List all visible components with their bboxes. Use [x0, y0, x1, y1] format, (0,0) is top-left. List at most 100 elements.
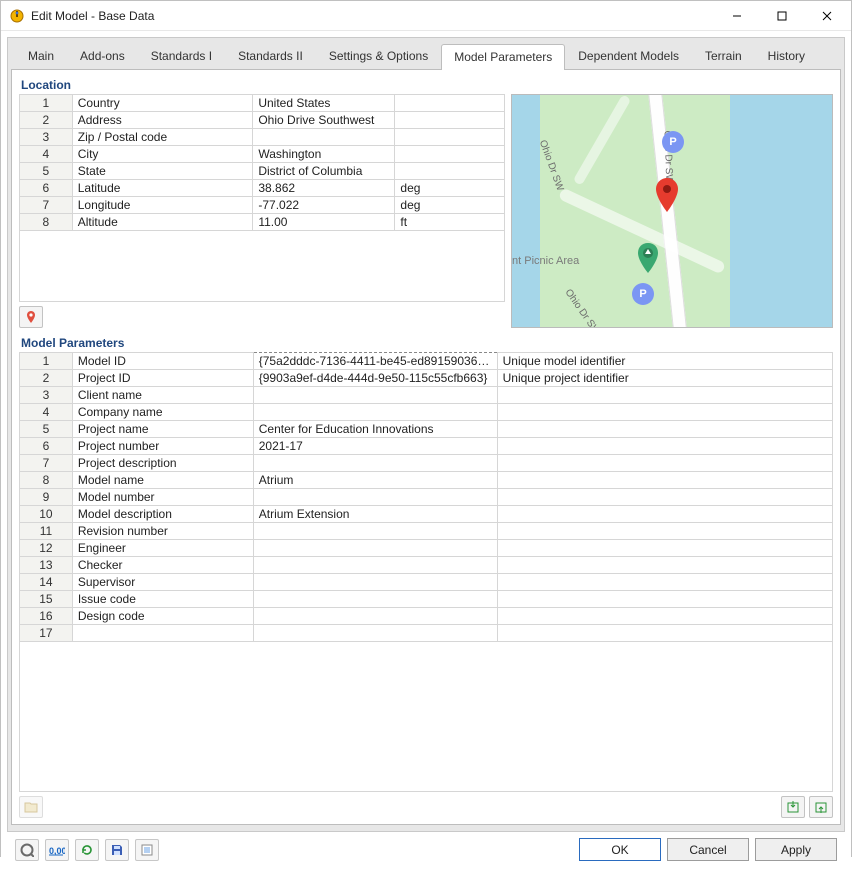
- park-point-icon: [637, 243, 659, 273]
- row-unit: [395, 95, 505, 112]
- map-preview[interactable]: Ohio Dr SW Ohio Dr SW Ohio Dr SW nt Picn…: [511, 94, 833, 328]
- row-number: 14: [20, 574, 73, 591]
- tab-terrain[interactable]: Terrain: [692, 43, 755, 69]
- row-value[interactable]: [253, 404, 497, 421]
- units-button[interactable]: 0,00: [45, 839, 69, 861]
- location-row[interactable]: 8Altitude11.00ft: [20, 214, 505, 231]
- model-param-row[interactable]: 2Project ID{9903a9ef-d4de-444d-9e50-115c…: [20, 370, 833, 387]
- location-row[interactable]: 2AddressOhio Drive Southwest: [20, 112, 505, 129]
- row-number: 4: [20, 404, 73, 421]
- row-value[interactable]: Ohio Drive Southwest: [253, 112, 395, 129]
- model-param-row[interactable]: 10Model descriptionAtrium Extension: [20, 506, 833, 523]
- row-value[interactable]: [253, 574, 497, 591]
- save-button[interactable]: [105, 839, 129, 861]
- row-label: Project description: [72, 455, 253, 472]
- row-value[interactable]: [253, 455, 497, 472]
- row-description: [497, 404, 832, 421]
- row-value[interactable]: [253, 591, 497, 608]
- model-parameters-section: Model Parameters 1Model ID{75a2dddc-7136…: [19, 334, 833, 818]
- row-number: 10: [20, 506, 73, 523]
- app-icon: [9, 8, 25, 24]
- model-param-row[interactable]: 14Supervisor: [20, 574, 833, 591]
- minimize-button[interactable]: [714, 1, 759, 30]
- row-value[interactable]: [253, 489, 497, 506]
- model-param-row[interactable]: 13Checker: [20, 557, 833, 574]
- row-value[interactable]: Atrium Extension: [253, 506, 497, 523]
- location-row[interactable]: 1CountryUnited States: [20, 95, 505, 112]
- open-folder-button[interactable]: [19, 796, 43, 818]
- row-value[interactable]: {75a2dddc-7136-4411-be45-ed89159036bc}: [253, 353, 497, 370]
- model-param-row[interactable]: 16Design code: [20, 608, 833, 625]
- row-value[interactable]: Center for Education Innovations: [253, 421, 497, 438]
- close-button[interactable]: [804, 1, 849, 30]
- row-value[interactable]: United States: [253, 95, 395, 112]
- row-label: Address: [72, 112, 253, 129]
- model-param-row[interactable]: 9Model number: [20, 489, 833, 506]
- row-label: Altitude: [72, 214, 253, 231]
- row-value[interactable]: {9903a9ef-d4de-444d-9e50-115c55cfb663}: [253, 370, 497, 387]
- model-param-row[interactable]: 3Client name: [20, 387, 833, 404]
- location-row[interactable]: 3Zip / Postal code: [20, 129, 505, 146]
- row-value[interactable]: [253, 523, 497, 540]
- cancel-button[interactable]: Cancel: [667, 838, 749, 861]
- row-description: [497, 591, 832, 608]
- row-label: Model ID: [72, 353, 253, 370]
- model-param-row[interactable]: 8Model nameAtrium: [20, 472, 833, 489]
- model-param-row[interactable]: 4Company name: [20, 404, 833, 421]
- tab-model-parameters[interactable]: Model Parameters: [441, 44, 565, 70]
- model-param-row[interactable]: 7Project description: [20, 455, 833, 472]
- dialog-body: MainAdd-onsStandards IStandards IISettin…: [1, 31, 851, 875]
- row-value[interactable]: [253, 608, 497, 625]
- ok-button[interactable]: OK: [579, 838, 661, 861]
- model-param-row[interactable]: 1Model ID{75a2dddc-7136-4411-be45-ed8915…: [20, 353, 833, 370]
- row-value[interactable]: Atrium: [253, 472, 497, 489]
- row-value[interactable]: Washington: [253, 146, 395, 163]
- model-parameters-grid[interactable]: 1Model ID{75a2dddc-7136-4411-be45-ed8915…: [19, 352, 833, 642]
- location-row[interactable]: 5StateDistrict of Columbia: [20, 163, 505, 180]
- model-param-row[interactable]: 17: [20, 625, 833, 642]
- row-unit: [395, 146, 505, 163]
- row-value[interactable]: [253, 540, 497, 557]
- row-description: [497, 472, 832, 489]
- help-button[interactable]: [15, 839, 39, 861]
- model-param-row[interactable]: 11Revision number: [20, 523, 833, 540]
- tab-standards-ii[interactable]: Standards II: [225, 43, 316, 69]
- row-label: Engineer: [72, 540, 253, 557]
- tab-settings-options[interactable]: Settings & Options: [316, 43, 441, 69]
- location-grid[interactable]: 1CountryUnited States2AddressOhio Drive …: [19, 94, 505, 231]
- list-button[interactable]: [135, 839, 159, 861]
- refresh-button[interactable]: [75, 839, 99, 861]
- location-row[interactable]: 7Longitude-77.022deg: [20, 197, 505, 214]
- row-value[interactable]: 38.862: [253, 180, 395, 197]
- row-value[interactable]: District of Columbia: [253, 163, 395, 180]
- tab-standards-i[interactable]: Standards I: [138, 43, 225, 69]
- row-value[interactable]: -77.022: [253, 197, 395, 214]
- model-param-row[interactable]: 15Issue code: [20, 591, 833, 608]
- dialog-button-row: 0,00 OK Cancel Apply: [7, 832, 845, 869]
- tab-history[interactable]: History: [755, 43, 818, 69]
- title-bar: Edit Model - Base Data: [1, 1, 851, 31]
- model-param-row[interactable]: 6Project number2021-17: [20, 438, 833, 455]
- pick-location-button[interactable]: [19, 306, 43, 328]
- row-value[interactable]: 2021-17: [253, 438, 497, 455]
- location-row[interactable]: 4CityWashington: [20, 146, 505, 163]
- row-value[interactable]: [253, 387, 497, 404]
- tab-dependent-models[interactable]: Dependent Models: [565, 43, 692, 69]
- row-value[interactable]: [253, 557, 497, 574]
- export-button-2[interactable]: [809, 796, 833, 818]
- row-unit: deg: [395, 197, 505, 214]
- location-row[interactable]: 6Latitude38.862deg: [20, 180, 505, 197]
- row-value[interactable]: [253, 625, 497, 642]
- export-button-1[interactable]: [781, 796, 805, 818]
- model-param-row[interactable]: 12Engineer: [20, 540, 833, 557]
- row-value[interactable]: [253, 129, 395, 146]
- model-param-row[interactable]: 5Project nameCenter for Education Innova…: [20, 421, 833, 438]
- row-value[interactable]: 11.00: [253, 214, 395, 231]
- maximize-button[interactable]: [759, 1, 804, 30]
- row-description: [497, 625, 832, 642]
- tab-main[interactable]: Main: [15, 43, 67, 69]
- row-label: Client name: [72, 387, 253, 404]
- tab-content: Location 1CountryUnited States2AddressOh…: [11, 69, 841, 825]
- tab-add-ons[interactable]: Add-ons: [67, 43, 138, 69]
- apply-button[interactable]: Apply: [755, 838, 837, 861]
